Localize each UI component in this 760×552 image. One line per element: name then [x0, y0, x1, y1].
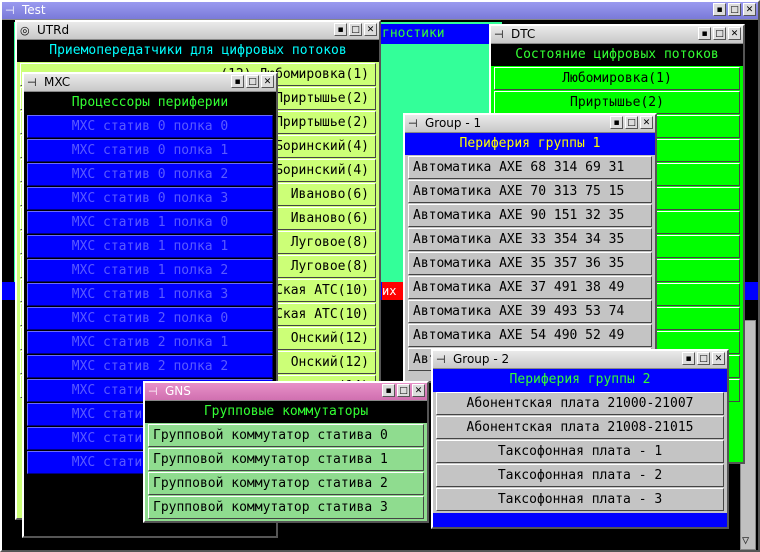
maximize-button[interactable]: □	[397, 384, 410, 397]
mxc-row[interactable]: МХС статив 1 полка 3	[27, 283, 273, 306]
mxc-row[interactable]: МХС статив 1 полка 2	[27, 259, 273, 282]
window-icon: ◎	[20, 24, 30, 37]
window-icon: ⊣	[148, 385, 158, 398]
group1-window: ⊣ Group - 1 ▪ □ ✕ Периферия группы 1 Авт…	[403, 113, 657, 383]
minimize-button[interactable]: ▪	[231, 75, 244, 88]
close-button[interactable]: ✕	[261, 75, 274, 88]
minimize-button[interactable]: ▪	[713, 3, 726, 16]
group1-content: Периферия группы 1 Автоматика АХЕ 68 314…	[405, 133, 655, 381]
utrd-header: Приемопередатчики для цифровых потоков	[17, 40, 379, 62]
group2-content: Периферия группы 2 Абонентская плата 210…	[433, 369, 727, 527]
gns-header: Групповые коммутаторы	[145, 401, 427, 423]
mxc-row[interactable]: МХС статив 1 полка 0	[27, 211, 273, 234]
gns-titlebar[interactable]: ⊣ GNS ▪ □ ✕	[145, 383, 427, 401]
group1-header: Периферия группы 1	[405, 133, 655, 155]
maximize-button[interactable]: □	[697, 352, 710, 365]
gns-row[interactable]: Групповой коммутатор статива 2	[148, 472, 424, 495]
gns-row[interactable]: Групповой коммутатор статива 1	[148, 448, 424, 471]
close-button[interactable]: ✕	[364, 23, 377, 36]
mxc-row[interactable]: МХС статив 2 полка 1	[27, 331, 273, 354]
mxc-title: MXC	[44, 75, 71, 89]
dtc-header: Состояние цифровых потоков	[491, 44, 743, 66]
group1-title: Group - 1	[425, 116, 482, 130]
group1-row[interactable]: Автоматика АХЕ 39 493 53 74	[408, 300, 652, 323]
minimize-button[interactable]: ▪	[698, 27, 711, 40]
group2-row[interactable]: Таксофонная плата - 2	[436, 464, 724, 487]
maximize-button[interactable]: □	[728, 3, 741, 16]
group2-titlebar[interactable]: ⊣ Group - 2 ▪ □ ✕	[433, 351, 727, 369]
group1-row[interactable]: Автоматика АХЕ 35 357 36 35	[408, 252, 652, 275]
close-button[interactable]: ✕	[728, 27, 741, 40]
maximize-button[interactable]: □	[625, 116, 638, 129]
test-title: Test	[22, 3, 46, 17]
scroll-down-icon[interactable]: ▽	[742, 533, 749, 547]
maximize-button[interactable]: □	[713, 27, 726, 40]
minimize-button[interactable]: ▪	[610, 116, 623, 129]
mxc-row[interactable]: МХС статив 0 полка 0	[27, 115, 273, 138]
utrd-title: UTRd	[37, 23, 70, 37]
test-titlebar[interactable]: ⊣ Test ▪ □ ✕	[2, 2, 758, 20]
minimize-button[interactable]: ▪	[382, 384, 395, 397]
maximize-button[interactable]: □	[349, 23, 362, 36]
group2-window: ⊣ Group - 2 ▪ □ ✕ Периферия группы 2 Або…	[431, 349, 729, 529]
group1-row[interactable]: Автоматика АХЕ 68 314 69 31	[408, 156, 652, 179]
close-button[interactable]: ✕	[712, 352, 725, 365]
window-icon: ⊣	[408, 117, 418, 130]
dtc-row[interactable]: Любомировка(1)	[494, 67, 740, 90]
gns-row[interactable]: Групповой коммутатор статива 0	[148, 424, 424, 447]
group1-row[interactable]: Автоматика АХЕ 37 491 38 49	[408, 276, 652, 299]
window-icon: ⊣	[5, 4, 15, 17]
dtc-title: DTC	[511, 27, 536, 41]
mxc-row[interactable]: МХС статив 1 полка 1	[27, 235, 273, 258]
group2-row[interactable]: Таксофонная плата - 1	[436, 440, 724, 463]
gns-window: ⊣ GNS ▪ □ ✕ Групповые коммутаторы Группо…	[143, 381, 429, 523]
window-icon: ⊣	[436, 353, 446, 366]
mxc-row[interactable]: МХС статив 2 полка 0	[27, 307, 273, 330]
gns-title: GNS	[165, 384, 191, 398]
group2-row[interactable]: Абонентская плата 21008-21015	[436, 416, 724, 439]
group2-row[interactable]: Абонентская плата 21000-21007	[436, 392, 724, 415]
close-button[interactable]: ✕	[412, 384, 425, 397]
maximize-button[interactable]: □	[246, 75, 259, 88]
window-icon: ⊣	[27, 76, 37, 89]
group2-row[interactable]: Таксофонная плата - 3	[436, 488, 724, 511]
gns-row[interactable]: Групповой коммутатор статива 3	[148, 496, 424, 519]
group1-row[interactable]: Автоматика АХЕ 70 313 75 15	[408, 180, 652, 203]
window-icon: ⊣	[494, 28, 504, 41]
dtc-row[interactable]: Приртышье(2)	[494, 91, 740, 114]
group1-row[interactable]: Автоматика АХЕ 90 151 32 35	[408, 204, 652, 227]
close-button[interactable]: ✕	[743, 3, 756, 16]
minimize-button[interactable]: ▪	[334, 23, 347, 36]
mxc-header: Процессоры периферии	[24, 92, 276, 114]
mxc-row[interactable]: МХС статив 0 полка 3	[27, 187, 273, 210]
mxc-row[interactable]: МХС статив 0 полка 1	[27, 139, 273, 162]
group2-header: Периферия группы 2	[433, 369, 727, 391]
close-button[interactable]: ✕	[640, 116, 653, 129]
gns-content: Групповые коммутаторы Групповой коммутат…	[145, 401, 427, 521]
mxc-titlebar[interactable]: ⊣ MXC ▪ □ ✕	[24, 74, 276, 92]
group2-title: Group - 2	[453, 352, 510, 366]
mxc-row[interactable]: МХС статив 0 полка 2	[27, 163, 273, 186]
group1-row[interactable]: Автоматика АХЕ 33 354 34 35	[408, 228, 652, 251]
minimize-button[interactable]: ▪	[682, 352, 695, 365]
utrd-titlebar[interactable]: ◎ UTRd ▪ □ ✕	[17, 22, 379, 40]
group1-titlebar[interactable]: ⊣ Group - 1 ▪ □ ✕	[405, 115, 655, 133]
dtc-titlebar[interactable]: ⊣ DTC ▪ □ ✕	[491, 26, 743, 44]
mxc-row[interactable]: МХС статив 2 полка 2	[27, 355, 273, 378]
group1-row[interactable]: Автоматика АХЕ 54 490 52 49	[408, 324, 652, 347]
